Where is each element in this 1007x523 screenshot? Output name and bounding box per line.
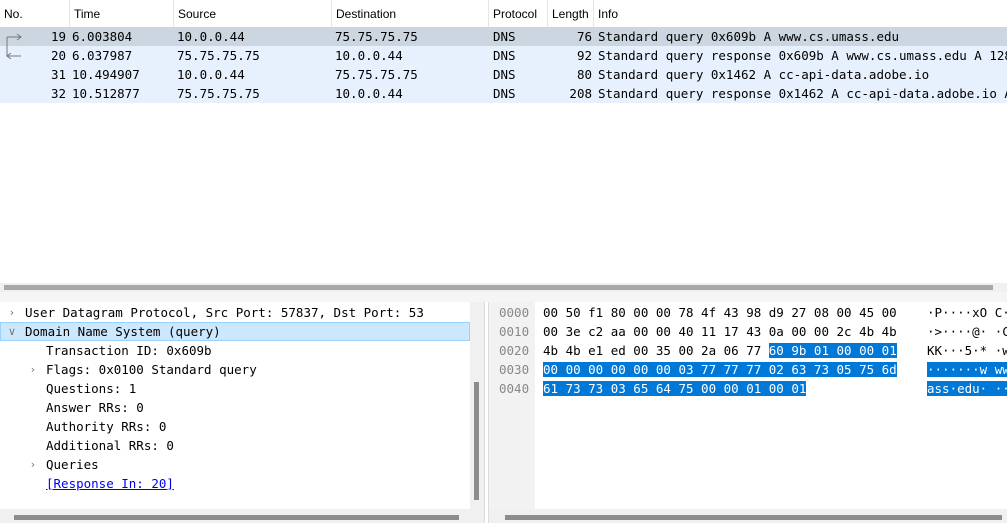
packet-bytes-pane[interactable]: 0000 00 50 f1 80 00 00 78 4f 43 98 d9 27… bbox=[488, 302, 1007, 523]
packet-row[interactable]: 31 10.494907 10.0.0.44 75.75.75.75 DNS 8… bbox=[0, 65, 1007, 84]
packet-list-horizontal-scrollbar[interactable] bbox=[0, 283, 1007, 292]
scrollbar-thumb[interactable] bbox=[14, 515, 459, 520]
byte-offset: 0040 bbox=[499, 381, 530, 396]
packet-list[interactable]: No. Time Source Destination Protocol Len… bbox=[0, 0, 1007, 292]
packet-source: 75.75.75.75 bbox=[177, 86, 260, 101]
packet-no: 31 bbox=[50, 67, 66, 82]
tree-item-label: Queries bbox=[46, 457, 99, 472]
packet-time: 6.003804 bbox=[72, 29, 133, 44]
chevron-right-icon[interactable]: › bbox=[6, 303, 18, 322]
hex-highlight: 61 73 73 03 65 64 75 00 00 01 00 01 bbox=[543, 381, 807, 396]
tree-item-label: Flags: 0x0100 Standard query bbox=[46, 362, 257, 377]
chevron-right-icon[interactable]: › bbox=[27, 360, 39, 379]
column-header-length[interactable]: Length bbox=[548, 0, 594, 27]
ascii-bytes[interactable]: ·>····@· ·C bbox=[927, 322, 1007, 341]
packet-no: 19 bbox=[50, 29, 66, 44]
ascii-plain: ·P····xO C· bbox=[927, 305, 1007, 320]
tree-item-flags[interactable]: › Flags: 0x0100 Standard query bbox=[0, 360, 470, 379]
tree-item-udp[interactable]: › User Datagram Protocol, Src Port: 5783… bbox=[0, 303, 470, 322]
response-in-link[interactable]: [Response In: 20] bbox=[46, 474, 174, 493]
tree-item-authority-rrs[interactable]: Authority RRs: 0 bbox=[0, 417, 470, 436]
scrollbar-thumb[interactable] bbox=[4, 285, 993, 290]
packet-info: Standard query 0x609b A www.cs.umass.edu bbox=[598, 29, 900, 44]
packet-list-header: No. Time Source Destination Protocol Len… bbox=[0, 0, 1007, 28]
tree-item-label: Answer RRs: 0 bbox=[46, 400, 144, 415]
hex-bytes[interactable]: 00 50 f1 80 00 00 78 4f 43 98 d9 27 08 0… bbox=[543, 303, 897, 322]
packet-info: Standard query response 0x1462 A cc-api-… bbox=[598, 86, 1007, 101]
column-header-no[interactable]: No. bbox=[0, 0, 70, 27]
tree-item-dns[interactable]: ∨ Domain Name System (query) bbox=[0, 322, 470, 341]
packet-row[interactable]: 20 6.037987 75.75.75.75 10.0.0.44 DNS 92… bbox=[0, 46, 1007, 65]
column-header-source[interactable]: Source bbox=[174, 0, 332, 27]
ascii-bytes[interactable]: KK···5·* ·w bbox=[927, 341, 1007, 360]
packet-time: 6.037987 bbox=[72, 48, 133, 63]
column-header-destination[interactable]: Destination bbox=[332, 0, 489, 27]
hex-plain: 4b 4b e1 ed 00 35 00 2a 06 77 bbox=[543, 343, 769, 358]
tree-item-answer-rrs[interactable]: Answer RRs: 0 bbox=[0, 398, 470, 417]
packet-destination: 10.0.0.44 bbox=[335, 86, 403, 101]
byte-offset: 0010 bbox=[499, 324, 530, 339]
hex-plain: 00 50 f1 80 00 00 78 4f 43 98 d9 27 08 0… bbox=[543, 305, 897, 320]
hex-highlight: 00 00 00 00 00 00 03 77 77 77 02 63 73 0… bbox=[543, 362, 897, 377]
packet-destination: 75.75.75.75 bbox=[335, 29, 418, 44]
packet-info: Standard query response 0x609b A www.cs.… bbox=[598, 48, 1007, 63]
hex-highlight: 60 9b 01 00 00 01 bbox=[768, 343, 897, 358]
ascii-bytes[interactable]: ass·edu· ·· bbox=[927, 379, 1007, 398]
byte-offset: 0000 bbox=[499, 305, 530, 320]
packet-length: 92 bbox=[576, 48, 592, 63]
tree-item-additional-rrs[interactable]: Additional RRs: 0 bbox=[0, 436, 470, 455]
bytes-horizontal-scrollbar[interactable] bbox=[489, 509, 1007, 523]
tree-item-queries[interactable]: › Queries bbox=[0, 455, 470, 474]
ascii-bytes[interactable]: ·P····xO C· bbox=[927, 303, 1007, 322]
tree-item-label: User Datagram Protocol, Src Port: 57837,… bbox=[25, 305, 424, 320]
details-horizontal-scrollbar[interactable] bbox=[0, 509, 470, 523]
tree-item-label: Authority RRs: 0 bbox=[46, 419, 167, 434]
ascii-plain: ·>····@· ·C bbox=[927, 324, 1007, 339]
scrollbar-thumb[interactable] bbox=[505, 515, 1002, 520]
packet-time: 10.494907 bbox=[72, 67, 140, 82]
packet-destination: 10.0.0.44 bbox=[335, 48, 403, 63]
tree-item-transaction-id[interactable]: Transaction ID: 0x609b bbox=[0, 341, 470, 360]
packet-no: 20 bbox=[50, 48, 66, 63]
hex-bytes[interactable]: 00 00 00 00 00 00 03 77 77 77 02 63 73 0… bbox=[543, 360, 897, 379]
tree-item-label: Domain Name System (query) bbox=[25, 324, 221, 339]
packet-info: Standard query 0x1462 A cc-api-data.adob… bbox=[598, 67, 930, 82]
hex-plain: 00 3e c2 aa 00 00 40 11 17 43 0a 00 00 2… bbox=[543, 324, 897, 339]
column-header-time[interactable]: Time bbox=[70, 0, 174, 27]
ascii-bytes[interactable]: ·······w ww bbox=[927, 360, 1007, 379]
packet-details-pane[interactable]: › User Datagram Protocol, Src Port: 5783… bbox=[0, 302, 485, 523]
packet-source: 10.0.0.44 bbox=[177, 67, 245, 82]
packet-time: 10.512877 bbox=[72, 86, 140, 101]
hex-bytes[interactable]: 4b 4b e1 ed 00 35 00 2a 06 77 60 9b 01 0… bbox=[543, 341, 897, 360]
pane-splitter[interactable] bbox=[0, 292, 1007, 302]
packet-source: 10.0.0.44 bbox=[177, 29, 245, 44]
tree-item-response-in[interactable]: [Response In: 20] bbox=[0, 474, 470, 493]
packet-row[interactable]: 19 6.003804 10.0.0.44 75.75.75.75 DNS 76… bbox=[0, 27, 1007, 46]
byte-offset: 0030 bbox=[499, 362, 530, 377]
chevron-right-icon[interactable]: › bbox=[27, 455, 39, 474]
packet-row[interactable]: 32 10.512877 75.75.75.75 10.0.0.44 DNS 2… bbox=[0, 84, 1007, 103]
packet-destination: 75.75.75.75 bbox=[335, 67, 418, 82]
hex-bytes[interactable]: 61 73 73 03 65 64 75 00 00 01 00 01 bbox=[543, 379, 807, 398]
tree-item-label: Transaction ID: 0x609b bbox=[46, 343, 212, 358]
packet-length: 208 bbox=[569, 86, 592, 101]
details-vertical-scrollbar[interactable] bbox=[470, 302, 484, 523]
ascii-highlight: ass·edu· ·· bbox=[927, 381, 1007, 396]
ascii-plain: KK···5·* ·w bbox=[927, 343, 1007, 358]
tree-item-label: Additional RRs: 0 bbox=[46, 438, 174, 453]
tree-item-label: Questions: 1 bbox=[46, 381, 137, 396]
packet-length: 80 bbox=[576, 67, 592, 82]
chevron-down-icon[interactable]: ∨ bbox=[6, 322, 18, 341]
tree-item-questions[interactable]: Questions: 1 bbox=[0, 379, 470, 398]
scrollbar-thumb[interactable] bbox=[474, 382, 479, 500]
packet-source: 75.75.75.75 bbox=[177, 48, 260, 63]
hex-bytes[interactable]: 00 3e c2 aa 00 00 40 11 17 43 0a 00 00 2… bbox=[543, 322, 897, 341]
column-header-protocol[interactable]: Protocol bbox=[489, 0, 548, 27]
ascii-highlight: ·······w ww bbox=[927, 362, 1007, 377]
byte-offset: 0020 bbox=[499, 343, 530, 358]
packet-no: 32 bbox=[50, 86, 66, 101]
packet-length: 76 bbox=[576, 29, 592, 44]
column-header-info[interactable]: Info bbox=[594, 0, 1007, 27]
